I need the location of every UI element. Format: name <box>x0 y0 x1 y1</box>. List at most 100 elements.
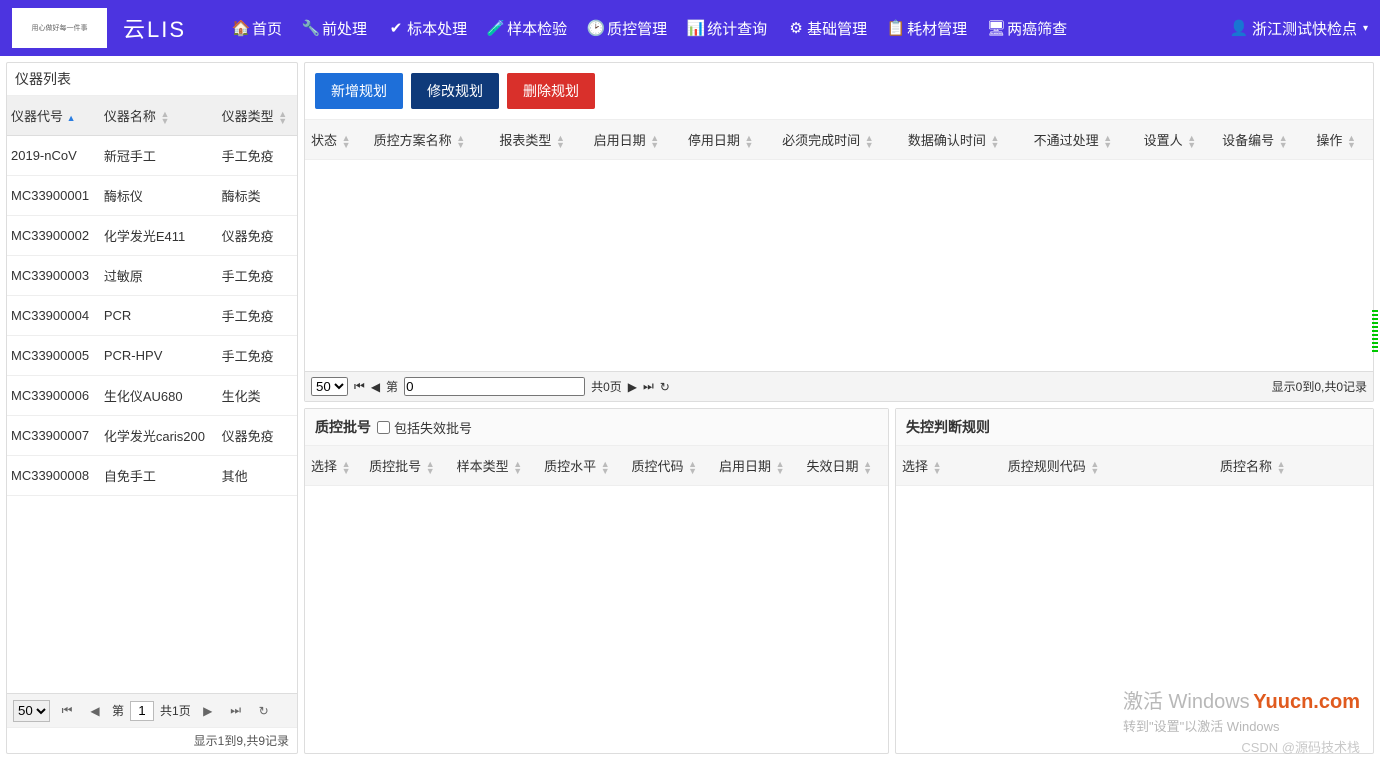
table-row[interactable]: MC33900004PCR手工免疫 <box>7 296 297 336</box>
table-cell: 酶标类 <box>218 176 297 216</box>
col-instrument-type[interactable]: 仪器类型 ▲▼ <box>218 96 297 136</box>
add-plan-button[interactable]: 新增规划 <box>315 73 403 109</box>
user-label: 浙江测试快检点 <box>1252 18 1357 39</box>
top-bar: 用心做好每一件事 云LIS 🏠首页 🔧前处理 ✔标本处理 🧪样本检验 🕑质控管理… <box>0 0 1380 56</box>
pager-first-icon[interactable]: ⏮ <box>56 700 78 722</box>
column-header[interactable]: 操作 ▲▼ <box>1310 120 1373 160</box>
table-row[interactable]: MC33900007化学发光caris200仪器免疫 <box>7 416 297 456</box>
column-header[interactable]: 报表类型 ▲▼ <box>493 120 587 160</box>
logo: 用心做好每一件事 <box>12 8 107 48</box>
column-header[interactable]: 选择 ▲▼ <box>896 446 1002 486</box>
table-cell: MC33900001 <box>7 176 100 216</box>
pager-page-input[interactable] <box>404 377 585 396</box>
pager-refresh-icon[interactable]: ↻ <box>253 700 275 722</box>
nav-qc[interactable]: 🕑 质控管理 <box>581 12 675 45</box>
column-header[interactable]: 质控代码 ▲▼ <box>626 446 713 486</box>
delete-plan-button[interactable]: 删除规划 <box>507 73 595 109</box>
table-cell: 生化类 <box>218 376 297 416</box>
table-cell: 化学发光E411 <box>100 216 218 256</box>
sort-icon: ▲▼ <box>688 461 697 475</box>
table-cell: 2019-nCoV <box>7 136 100 176</box>
flask-icon: 🧪 <box>489 21 503 35</box>
table-row[interactable]: 2019-nCoV新冠手工手工免疫 <box>7 136 297 176</box>
include-expired-checkbox[interactable] <box>377 421 390 434</box>
check-icon: ✔ <box>389 21 403 35</box>
sort-icon: ▲▼ <box>744 135 753 149</box>
table-cell: 仪器免疫 <box>218 216 297 256</box>
column-header[interactable]: 不通过处理 ▲▼ <box>1028 120 1138 160</box>
nav-home[interactable]: 🏠首页 <box>226 12 290 45</box>
table-cell: 自免手工 <box>100 456 218 496</box>
table-cell: MC33900002 <box>7 216 100 256</box>
column-header[interactable]: 质控水平 ▲▼ <box>538 446 625 486</box>
instrument-grid: 仪器代号 ▲ 仪器名称 ▲▼ 仪器类型 ▲▼ 2019-nCoV新冠手工手工免疫… <box>7 96 297 693</box>
include-expired-label[interactable]: 包括失效批号 <box>377 418 472 437</box>
pager-prev-icon[interactable]: ◀ <box>84 700 106 722</box>
column-header[interactable]: 设置人 ▲▼ <box>1138 120 1216 160</box>
column-header[interactable]: 质控规则代码 ▲▼ <box>1002 446 1214 486</box>
column-header[interactable]: 启用日期 ▲▼ <box>713 446 800 486</box>
sort-icon: ▲▼ <box>865 135 874 149</box>
gear-icon: ⚙ <box>789 21 803 35</box>
column-header[interactable]: 质控方案名称 ▲▼ <box>368 120 494 160</box>
column-header[interactable]: 必须完成时间 ▲▼ <box>776 120 902 160</box>
table-cell: MC33900003 <box>7 256 100 296</box>
column-header[interactable]: 质控名称 ▲▼ <box>1214 446 1373 486</box>
nav-supplies[interactable]: 📋 耗材管理 <box>881 12 975 45</box>
user-icon: 👤 <box>1232 21 1246 35</box>
pager-last-icon[interactable]: ⏭ <box>225 700 247 722</box>
page-size-select[interactable]: 50 <box>13 700 50 722</box>
sort-icon: ▲▼ <box>556 135 565 149</box>
pager-next-icon[interactable]: ▶ <box>197 700 219 722</box>
pager-prev-icon[interactable]: ◀ <box>371 380 380 394</box>
column-header[interactable]: 样本类型 ▲▼ <box>451 446 538 486</box>
table-cell: 其他 <box>218 456 297 496</box>
pager-first-icon[interactable]: ⏮ <box>354 379 365 394</box>
nav-basic[interactable]: ⚙基础管理 <box>781 12 875 45</box>
column-header[interactable]: 数据确认时间 ▲▼ <box>902 120 1028 160</box>
pager-page-input[interactable] <box>130 701 154 721</box>
nav-preprocess[interactable]: 🔧前处理 <box>296 12 375 45</box>
column-header[interactable]: 状态 ▲▼ <box>305 120 368 160</box>
nav-label: 耗材管理 <box>907 18 967 39</box>
pager-page-label: 第 <box>386 378 398 395</box>
pager-last-icon[interactable]: ⏭ <box>643 379 654 394</box>
pager-next-icon[interactable]: ▶ <box>628 380 637 394</box>
column-header[interactable]: 质控批号 ▲▼ <box>363 446 450 486</box>
col-instrument-code[interactable]: 仪器代号 ▲ <box>7 96 100 136</box>
list-icon: 📋 <box>889 21 903 35</box>
pager-refresh-icon[interactable]: ↻ <box>660 380 670 394</box>
nav-label: 质控管理 <box>607 18 667 39</box>
column-header[interactable]: 启用日期 ▲▼ <box>588 120 682 160</box>
table-row[interactable]: MC33900001酶标仪酶标类 <box>7 176 297 216</box>
sort-icon: ▲▼ <box>650 135 659 149</box>
nav-screening[interactable]: 🖥两癌筛查 <box>981 12 1075 45</box>
table-row[interactable]: MC33900002化学发光E411仪器免疫 <box>7 216 297 256</box>
col-instrument-name[interactable]: 仪器名称 ▲▼ <box>100 96 218 136</box>
column-header[interactable]: 停用日期 ▲▼ <box>682 120 776 160</box>
column-header[interactable]: 选择 ▲▼ <box>305 446 363 486</box>
instrument-panel-title: 仪器列表 <box>7 63 297 96</box>
nav-label: 样本检验 <box>507 18 567 39</box>
table-cell: PCR <box>100 296 218 336</box>
table-row[interactable]: MC33900008自免手工其他 <box>7 456 297 496</box>
nav-stats[interactable]: 📊统计查询 <box>681 12 775 45</box>
table-row[interactable]: MC33900003过敏原手工免疫 <box>7 256 297 296</box>
table-row[interactable]: MC33900005PCR-HPV手工免疫 <box>7 336 297 376</box>
column-header[interactable]: 设备编号 ▲▼ <box>1216 120 1310 160</box>
clock-icon: 🕑 <box>589 21 603 35</box>
nav-sample-process[interactable]: ✔标本处理 <box>381 12 475 45</box>
pager-total-label: 共1页 <box>160 702 191 719</box>
pager-total-label: 共0页 <box>591 378 622 395</box>
user-menu[interactable]: 👤 浙江测试快检点 ▾ <box>1232 18 1368 39</box>
page-size-select[interactable]: 50 <box>311 377 348 396</box>
column-header[interactable]: 失效日期 ▲▼ <box>800 446 888 486</box>
table-row[interactable]: MC33900006生化仪AU680生化类 <box>7 376 297 416</box>
qc-rule-box: 失控判断规则 选择 ▲▼质控规则代码 ▲▼质控名称 ▲▼ <box>895 408 1374 754</box>
nav-sample-test[interactable]: 🧪 样本检验 <box>481 12 575 45</box>
edit-plan-button[interactable]: 修改规划 <box>411 73 499 109</box>
sort-icon: ▲▼ <box>1103 135 1112 149</box>
nav-label: 首页 <box>252 18 282 39</box>
sort-icon: ▲▼ <box>1347 135 1356 149</box>
qc-rule-title: 失控判断规则 <box>896 409 1373 446</box>
